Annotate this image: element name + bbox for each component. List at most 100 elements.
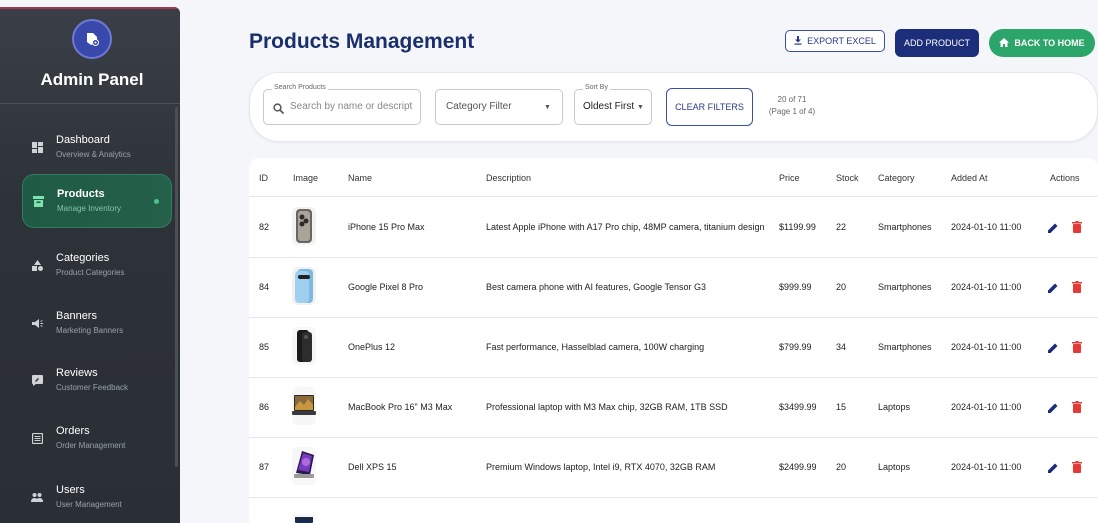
cell-description: Fast performance, Hasselblad camera, 100… (486, 342, 705, 352)
column-header-price[interactable]: Price (779, 173, 800, 183)
sidebar-item-label: Banners (56, 310, 97, 322)
cell-category: Smartphones (878, 282, 932, 292)
delete-icon[interactable] (1072, 400, 1082, 413)
sidebar-item-sublabel: Order Management (56, 441, 126, 450)
search-icon (273, 101, 285, 119)
cell-name: Google Pixel 8 Pro (348, 282, 424, 292)
column-header-category[interactable]: Category (878, 173, 915, 183)
caret-down-icon: ▼ (544, 104, 551, 111)
edit-icon[interactable] (1047, 221, 1059, 233)
review-icon (30, 373, 44, 387)
sidebar-item-label: Products (57, 188, 105, 200)
cell-added-at: 2024-01-10 11:00 (951, 402, 1022, 412)
cell-added-at: 2024-01-10 11:00 (951, 222, 1022, 232)
sidebar-item-users[interactable]: Users User Management (22, 470, 170, 523)
cell-stock: 20 (836, 282, 847, 292)
delete-icon[interactable] (1072, 220, 1082, 233)
column-header-actions: Actions (1050, 173, 1080, 183)
cell-category: Laptops (878, 462, 911, 472)
cell-description: Best camera phone with AI features, Goog… (486, 282, 706, 292)
cell-name: MacBook Pro 16" M3 Max (348, 402, 453, 412)
product-thumbnail[interactable] (292, 447, 316, 485)
back-to-home-button[interactable]: BACK TO HOME (989, 29, 1095, 57)
product-thumbnail[interactable] (292, 327, 316, 365)
divider (0, 103, 180, 104)
cell-name: Dell XPS 15 (348, 462, 397, 472)
product-thumbnail[interactable] (292, 207, 316, 245)
column-header-image[interactable]: Image (293, 173, 318, 183)
sidebar-item-reviews[interactable]: Reviews Customer Feedback (22, 353, 170, 407)
cell-stock: 20 (836, 462, 847, 472)
cell-category: Laptops (878, 402, 911, 412)
edit-icon[interactable] (1047, 281, 1059, 293)
cell-name: OnePlus 12 (348, 342, 396, 352)
sidebar-item-label: Users (56, 484, 85, 496)
people-icon (30, 490, 44, 504)
add-product-button[interactable]: ADD PRODUCT (895, 29, 979, 57)
sidebar-item-dashboard[interactable]: Dashboard Overview & Analytics (22, 120, 170, 174)
cell-price: $2499.99 (779, 462, 817, 472)
search-input[interactable]: Search Products Search by name or descri… (263, 84, 421, 125)
sidebar-item-sublabel: Manage Inventory (57, 204, 122, 213)
sidebar-item-label: Reviews (56, 367, 98, 379)
edit-icon[interactable] (1047, 401, 1059, 413)
sidebar-item-banners[interactable]: Banners Marketing Banners (22, 296, 170, 350)
divider (249, 257, 1098, 258)
cell-description: Latest Apple iPhone with A17 Pro chip, 4… (486, 222, 765, 232)
sidebar-item-label: Dashboard (56, 134, 110, 146)
cell-id: 87 (259, 462, 270, 472)
sort-select[interactable]: Sort By Oldest First ▼ (574, 84, 652, 125)
delete-icon[interactable] (1072, 340, 1082, 353)
sidebar-item-sublabel: Overview & Analytics (56, 150, 131, 159)
sidebar-item-sublabel: Product Categories (56, 268, 125, 277)
results-count: 20 of 71 (Page 1 of 4) (762, 94, 822, 118)
cell-name: iPhone 15 Pro Max (348, 222, 425, 232)
sidebar-item-sublabel: Customer Feedback (56, 383, 129, 392)
column-header-name[interactable]: Name (348, 173, 372, 183)
sidebar-item-categories[interactable]: Categories Product Categories (22, 238, 170, 292)
sidebar-scrollbar[interactable] (175, 107, 178, 467)
search-legend: Search Products (272, 84, 328, 91)
category-filter-select[interactable]: Category Filter ▼ (435, 89, 563, 125)
sidebar-item-label: Categories (56, 252, 110, 264)
edit-icon[interactable] (1047, 461, 1059, 473)
edit-icon[interactable] (1047, 341, 1059, 353)
cell-id: 85 (259, 342, 270, 352)
cell-price: $999.99 (779, 282, 812, 292)
product-thumbnail[interactable] (292, 267, 316, 305)
sort-legend: Sort By (583, 84, 610, 91)
sidebar: Admin Panel Dashboard Overview & Analyti… (0, 7, 180, 523)
admin-logo-icon (72, 19, 112, 59)
sidebar-accent-bar (0, 7, 180, 9)
sidebar-item-products[interactable]: Products Manage Inventory (22, 174, 172, 228)
download-icon (794, 35, 802, 47)
cell-category: Smartphones (878, 342, 932, 352)
cell-id: 86 (259, 402, 270, 412)
receipt-icon (30, 431, 44, 445)
column-header-added-at[interactable]: Added At (951, 173, 988, 183)
inventory-icon (31, 194, 45, 208)
product-thumbnail[interactable] (292, 512, 316, 523)
category-icon (30, 258, 44, 272)
home-icon (999, 37, 1010, 49)
delete-icon[interactable] (1072, 460, 1082, 473)
sidebar-item-orders[interactable]: Orders Order Management (22, 411, 170, 465)
back-to-home-label: BACK TO HOME (1014, 38, 1085, 48)
active-indicator-dot (154, 199, 159, 204)
column-header-stock[interactable]: Stock (836, 173, 859, 183)
column-header-description[interactable]: Description (486, 173, 531, 183)
sidebar-item-sublabel: User Management (56, 500, 122, 509)
sidebar-item-label: Orders (56, 425, 90, 437)
cell-id: 84 (259, 282, 270, 292)
cell-price: $1199.99 (779, 222, 816, 232)
category-filter-placeholder: Category Filter (446, 101, 512, 112)
dashboard-icon (30, 140, 44, 154)
clear-filters-button[interactable]: CLEAR FILTERS (666, 88, 753, 126)
export-excel-button[interactable]: EXPORT EXCEL (785, 30, 885, 52)
column-header-id[interactable]: ID (259, 173, 268, 183)
page-title: Products Management (249, 30, 475, 53)
sort-value: Oldest First (583, 101, 635, 112)
product-thumbnail[interactable] (292, 387, 316, 425)
delete-icon[interactable] (1072, 280, 1082, 293)
divider (249, 497, 1098, 498)
